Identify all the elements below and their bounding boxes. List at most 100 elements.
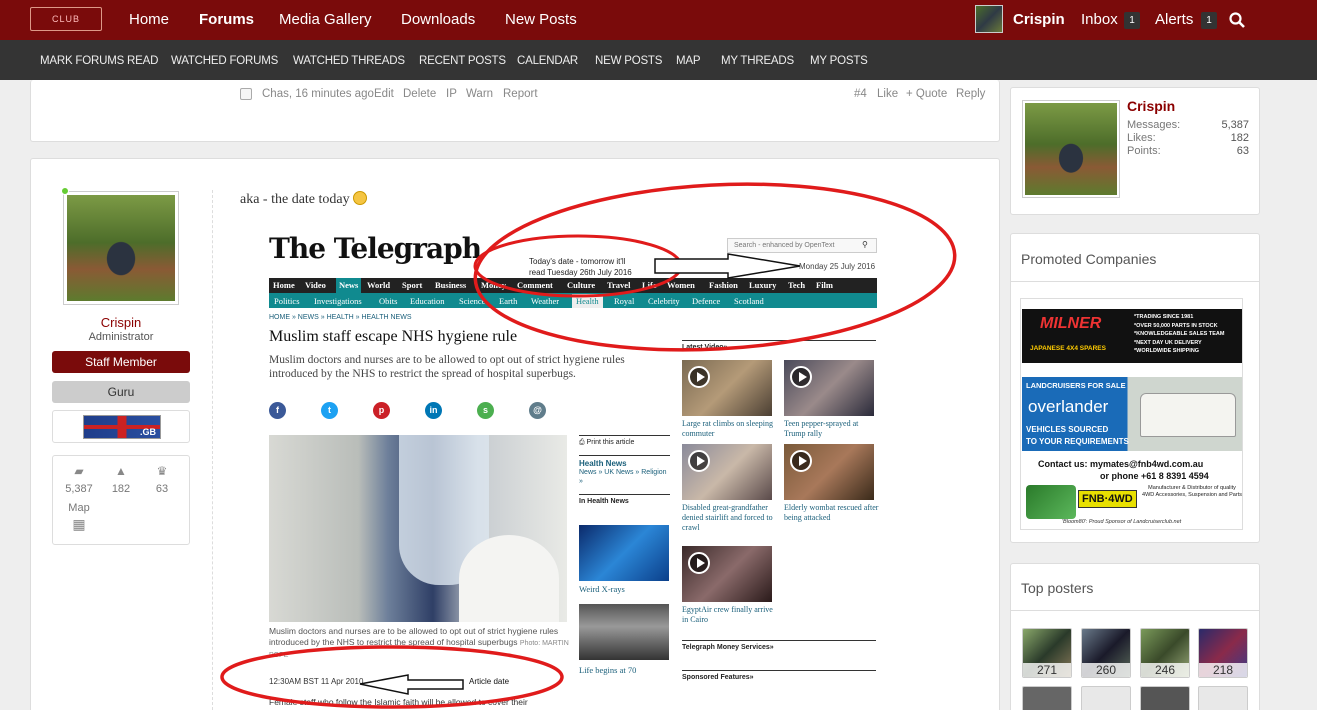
user-name-link[interactable]: Crispin	[1013, 11, 1065, 28]
attached-screenshot[interactable]: The Telegraph Search - enhanced by OpenT…	[255, 220, 885, 710]
fnb4wd-ad[interactable]: Contact us: mymates@fnb4wd.com.au or pho…	[1022, 457, 1242, 529]
sidebar-avatar[interactable]	[1022, 100, 1120, 198]
top-poster-1-count: 271	[1023, 663, 1071, 677]
subnav-my-posts[interactable]: MY POSTS	[810, 55, 868, 67]
weird-xrays-thumb	[579, 525, 669, 581]
nav-home[interactable]: Home	[129, 11, 169, 28]
subnav-recent-posts[interactable]: RECENT POSTS	[419, 55, 506, 67]
latest-video-heading: Latest Video»	[682, 340, 876, 351]
play-icon	[790, 366, 812, 388]
top-poster-3[interactable]: 246	[1140, 628, 1190, 678]
inbox-count-badge: 1	[1124, 12, 1140, 29]
tsub-politics: Politics	[274, 296, 300, 306]
user-avatar[interactable]	[975, 5, 1003, 33]
quote-link[interactable]: + Quote	[906, 88, 947, 100]
subnav-watched-threads[interactable]: WATCHED THREADS	[293, 55, 405, 67]
life-begins-link: Life begins at 70	[579, 665, 637, 675]
annotation-note-line2: read Tuesday 26th July 2016	[529, 268, 632, 277]
news-links: News » UK News » Religion »	[579, 469, 667, 485]
staff-member-badge: Staff Member	[52, 351, 190, 373]
video-thumb-1	[682, 360, 772, 416]
play-icon	[688, 450, 710, 472]
top-navbar: CLUB Home Forums Media Gallery Downloads…	[0, 0, 1317, 47]
like-link[interactable]: Like	[877, 88, 898, 100]
top-poster-1[interactable]: 271	[1022, 628, 1072, 678]
sidebar-user-name[interactable]: Crispin	[1127, 98, 1175, 114]
top-poster-4[interactable]: 218	[1198, 628, 1248, 678]
nav-forums[interactable]: Forums	[199, 11, 254, 47]
milner-ad[interactable]: MILNER JAPANESE 4X4 SPARES *TRADING SINC…	[1022, 309, 1242, 363]
alerts-link[interactable]: Alerts	[1155, 11, 1193, 28]
nav-media-gallery[interactable]: Media Gallery	[279, 11, 372, 28]
flag-code: .GB	[139, 427, 156, 437]
stat-likes[interactable]: 182	[106, 483, 136, 495]
money-services-heading: Telegraph Money Services»	[682, 640, 876, 651]
sidebar-points-value[interactable]: 63	[1199, 145, 1249, 157]
search-icon[interactable]	[1229, 12, 1245, 28]
top-poster-7[interactable]	[1140, 686, 1190, 710]
subnav-calendar[interactable]: CALENDAR	[517, 55, 578, 67]
inbox-link[interactable]: Inbox	[1081, 11, 1118, 28]
warn-link[interactable]: Warn	[466, 88, 493, 100]
select-post-checkbox[interactable]	[240, 88, 252, 100]
telegraph-subnav: Politics Investigations Obits Education …	[269, 293, 877, 308]
telegraph-search: Search - enhanced by OpenText	[727, 238, 877, 253]
map-label[interactable]: Map	[64, 502, 94, 514]
top-posters-divider	[1010, 610, 1260, 611]
play-icon	[688, 552, 710, 574]
top-poster-5[interactable]	[1022, 686, 1072, 710]
sidebar-likes-value[interactable]: 182	[1199, 132, 1249, 144]
tsub-investigations: Investigations	[314, 296, 362, 306]
fnb-jeep-image	[1026, 485, 1076, 519]
reply-link[interactable]: Reply	[956, 88, 985, 100]
top-poster-8[interactable]	[1198, 686, 1248, 710]
top-poster-3-count: 246	[1141, 663, 1189, 677]
stat-points[interactable]: 63	[147, 483, 177, 495]
fnb-contact: Contact us: mymates@fnb4wd.com.au	[1038, 459, 1204, 469]
fnb-brand: FNB·4WD	[1078, 490, 1137, 508]
ip-link[interactable]: IP	[446, 88, 457, 100]
delete-link[interactable]: Delete	[403, 88, 436, 100]
stat-messages[interactable]: 5,387	[60, 483, 98, 495]
post-meta[interactable]: Chas, 16 minutes ago	[262, 88, 374, 100]
promoted-ads[interactable]: MILNER JAPANESE 4X4 SPARES *TRADING SINC…	[1020, 298, 1243, 530]
nav-downloads[interactable]: Downloads	[401, 11, 475, 28]
report-link[interactable]: Report	[503, 88, 538, 100]
overlander-ad[interactable]: LANDCRUISERS FOR SALE overlander VEHICLE…	[1022, 377, 1242, 451]
post-number[interactable]: #4	[854, 88, 867, 100]
sidebar-messages-value[interactable]: 5,387	[1199, 119, 1249, 131]
author-avatar[interactable]	[63, 191, 179, 305]
nav-new-posts[interactable]: New Posts	[505, 11, 577, 28]
video-thumb-4	[784, 444, 874, 500]
subnav-map[interactable]: MAP	[676, 55, 701, 67]
guru-badge: Guru	[52, 381, 190, 403]
subnav-watched-forums[interactable]: WATCHED FORUMS	[171, 55, 278, 67]
tnav-women: Women	[667, 280, 695, 290]
article-date-label: Article date	[469, 677, 510, 686]
tsub-science: Science	[459, 296, 486, 306]
subnav-my-threads[interactable]: MY THREADS	[721, 55, 794, 67]
milner-brand: MILNER	[1040, 315, 1102, 332]
subnav-mark-forums-read[interactable]: MARK FORUMS READ	[40, 55, 158, 67]
post-divider	[212, 190, 213, 710]
top-poster-6[interactable]	[1081, 686, 1131, 710]
site-logo[interactable]: CLUB	[30, 7, 102, 31]
online-indicator	[61, 187, 69, 195]
tnav-travel: Travel	[607, 280, 631, 290]
play-icon	[688, 366, 710, 388]
telegraph-date: Monday 25 July 2016	[799, 262, 876, 271]
edit-link[interactable]: Edit	[374, 88, 394, 100]
subnav-new-posts[interactable]: NEW POSTS	[595, 55, 662, 67]
map-icon[interactable]: ▦	[64, 516, 94, 533]
article-photo	[269, 435, 567, 622]
tsub-obits: Obits	[379, 296, 398, 306]
country-flag-box: .GB	[52, 410, 190, 443]
top-poster-2[interactable]: 260	[1081, 628, 1131, 678]
print-link: ⎙ Print this article	[579, 435, 670, 447]
messages-icon: ▰	[74, 464, 84, 478]
telegraph-nav: Home Video News World Sport Business Mon…	[269, 278, 877, 293]
top-posters-title: Top posters	[1021, 580, 1094, 596]
tnav-money: Money	[481, 280, 507, 290]
author-name[interactable]: Crispin	[52, 315, 190, 330]
sidebar-likes-label: Likes:	[1127, 132, 1156, 144]
